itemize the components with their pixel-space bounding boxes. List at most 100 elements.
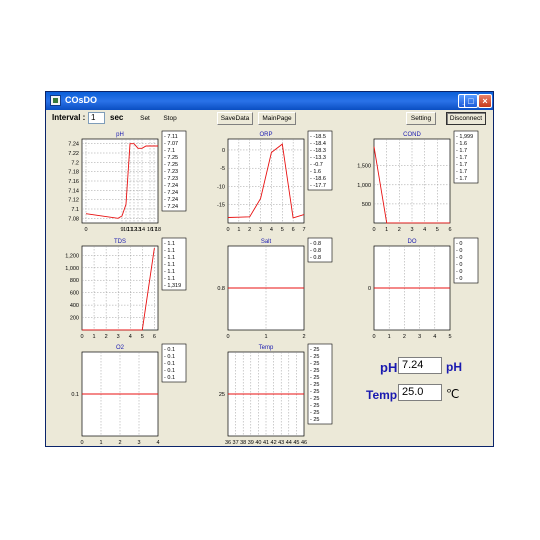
legend-entry: - 7.11 [164, 134, 178, 140]
title-bar[interactable]: COsDO _ □ × [46, 92, 493, 110]
x-tick-label: 0 [80, 334, 83, 340]
x-tick-label: 0 [372, 334, 375, 340]
legend-entry: - -13.3 [310, 155, 326, 161]
legend-entry: - 0.8 [310, 241, 321, 247]
x-tick-label: 18 [155, 227, 161, 233]
legend-entry: - 1.6 [456, 141, 467, 147]
y-tick-label: 25 [219, 392, 225, 398]
legend-entry: - 7.1 [164, 148, 175, 154]
chart-temp: Temp 36 37 38 39 40 41 42 43 44 45 46 25- 25- 25- 25… [198, 342, 334, 452]
chart-cond: COND 0 1 2 3 4 5 6 1,500 1,000 500- 1,999- 1.6- 1.… [344, 129, 480, 239]
legend-entry: - 25 [310, 347, 319, 353]
legend-entry: - -18.6 [310, 176, 326, 182]
chart-salt: Salt 0 1 2 0.8- 0.8- 0.8- 0.8 [198, 236, 334, 346]
maximize-icon[interactable]: □ [464, 94, 478, 108]
stop-button[interactable]: Stop [159, 112, 181, 125]
legend-entry: - -18.5 [310, 134, 326, 140]
plot-area [81, 138, 159, 224]
set-button[interactable]: Set [134, 112, 156, 125]
legend-entry: - 7.07 [164, 141, 178, 147]
x-tick-label: 2 [118, 440, 121, 446]
legend-entry: - 25 [310, 410, 319, 416]
legend-entry: - -18.4 [310, 141, 326, 147]
x-tick-label: 0 [226, 227, 229, 233]
legend-entry: - 7.24 [164, 190, 178, 196]
legend-entry: - 25 [310, 382, 319, 388]
setting-button[interactable]: Setting [406, 112, 436, 125]
chart-title: Temp [259, 345, 274, 351]
interval-input[interactable]: 1 [88, 112, 105, 124]
x-tick-label: 3 [418, 334, 421, 340]
x-tick-label: 5 [141, 334, 144, 340]
x-tick-label: 1 [237, 227, 240, 233]
legend-entry: - 1.1 [164, 255, 175, 261]
y-tick-label: 0.1 [71, 392, 79, 398]
x-tick-label: 44 [286, 440, 292, 446]
legend-entry: - -18.3 [310, 148, 326, 154]
x-tick-label: 2 [248, 227, 251, 233]
app-window: COsDO _ □ × Interval : 1 sec Set Stop Sa… [45, 91, 494, 447]
legend-entry: - 25 [310, 403, 319, 409]
legend-entry: - 1.1 [164, 262, 175, 268]
ph-label: pH [380, 360, 398, 375]
interval-unit: sec [110, 113, 124, 122]
x-tick-label: 3 [137, 440, 140, 446]
y-tick-label: 1,200 [65, 253, 79, 259]
legend-entry: - 7.24 [164, 183, 178, 189]
x-tick-label: 4 [270, 227, 273, 233]
save-data-button[interactable]: SaveData [217, 112, 253, 125]
x-tick-label: 1 [99, 440, 102, 446]
plot-area [227, 138, 305, 224]
legend-entry: - 25 [310, 417, 319, 423]
x-tick-label: 3 [410, 227, 413, 233]
x-tick-label: 1 [93, 334, 96, 340]
legend-entry: - 0.1 [164, 375, 175, 381]
close-icon[interactable]: × [478, 94, 492, 108]
legend-entry: - 0.1 [164, 354, 175, 360]
main-page-button[interactable]: MainPage [258, 112, 296, 125]
legend-entry: - 1.7 [456, 169, 467, 175]
y-tick-label: 800 [70, 278, 79, 284]
x-tick-label: 0 [372, 227, 375, 233]
x-tick-label: 42 [271, 440, 277, 446]
y-tick-label: 0 [222, 148, 225, 154]
chart-title: TDS [114, 239, 126, 245]
chart-svg: pH0 9 1011121314 1617187.247.227.27.187.167… [68, 130, 187, 233]
legend-entry: - 0 [456, 269, 462, 275]
temp-value-field[interactable]: 25.0 [398, 384, 442, 401]
legend-entry: - 25 [310, 354, 319, 360]
legend-entry: - 0.1 [164, 347, 175, 353]
legend-entry: - 1,999 [456, 134, 473, 140]
legend-entry: - 0 [456, 255, 462, 261]
legend-entry: - 7.24 [164, 197, 178, 203]
legend-entry: - 25 [310, 375, 319, 381]
legend-entry: - 1.6 [310, 169, 321, 175]
y-tick-label: 7.18 [68, 170, 79, 176]
legend-entry: - 0 [456, 262, 462, 268]
temp-label: Temp [366, 388, 398, 402]
x-tick-label: 4 [129, 334, 132, 340]
x-tick-label: 37 [233, 440, 239, 446]
x-tick-label: 14 [139, 227, 145, 233]
legend-entry: - 1.7 [456, 176, 467, 182]
interval-label: Interval : [52, 113, 86, 122]
legend-entry: - -17.7 [310, 183, 326, 189]
legend-entry: - 25 [310, 361, 319, 367]
y-tick-label: 7.16 [68, 179, 79, 185]
y-tick-label: 600 [70, 291, 79, 297]
ph-value-field[interactable]: 7.24 [398, 357, 442, 374]
y-tick-label: -10 [217, 184, 225, 190]
x-tick-label: 6 [292, 227, 295, 233]
chart-title: pH [116, 132, 124, 138]
legend-entry: - 1.1 [164, 269, 175, 275]
chart-orp: ORP 0 1 2 3 4 5 6 7 0 -5 -10 -15- -18.5- -18.4- -18.… [198, 129, 334, 239]
x-tick-label: 2 [105, 334, 108, 340]
y-tick-label: 7.24 [68, 142, 79, 148]
y-tick-label: 7.1 [71, 207, 79, 213]
x-tick-label: 5 [281, 227, 284, 233]
x-tick-label: 1 [388, 334, 391, 340]
legend-entry: - 7.25 [164, 162, 178, 168]
chart-svg: TDS0 1 2 3 4 5 61,2001,000800600400200- 1.1- 1… [65, 237, 187, 340]
x-tick-label: 7 [302, 227, 305, 233]
disconnect-button[interactable]: Disconnect [446, 112, 486, 125]
